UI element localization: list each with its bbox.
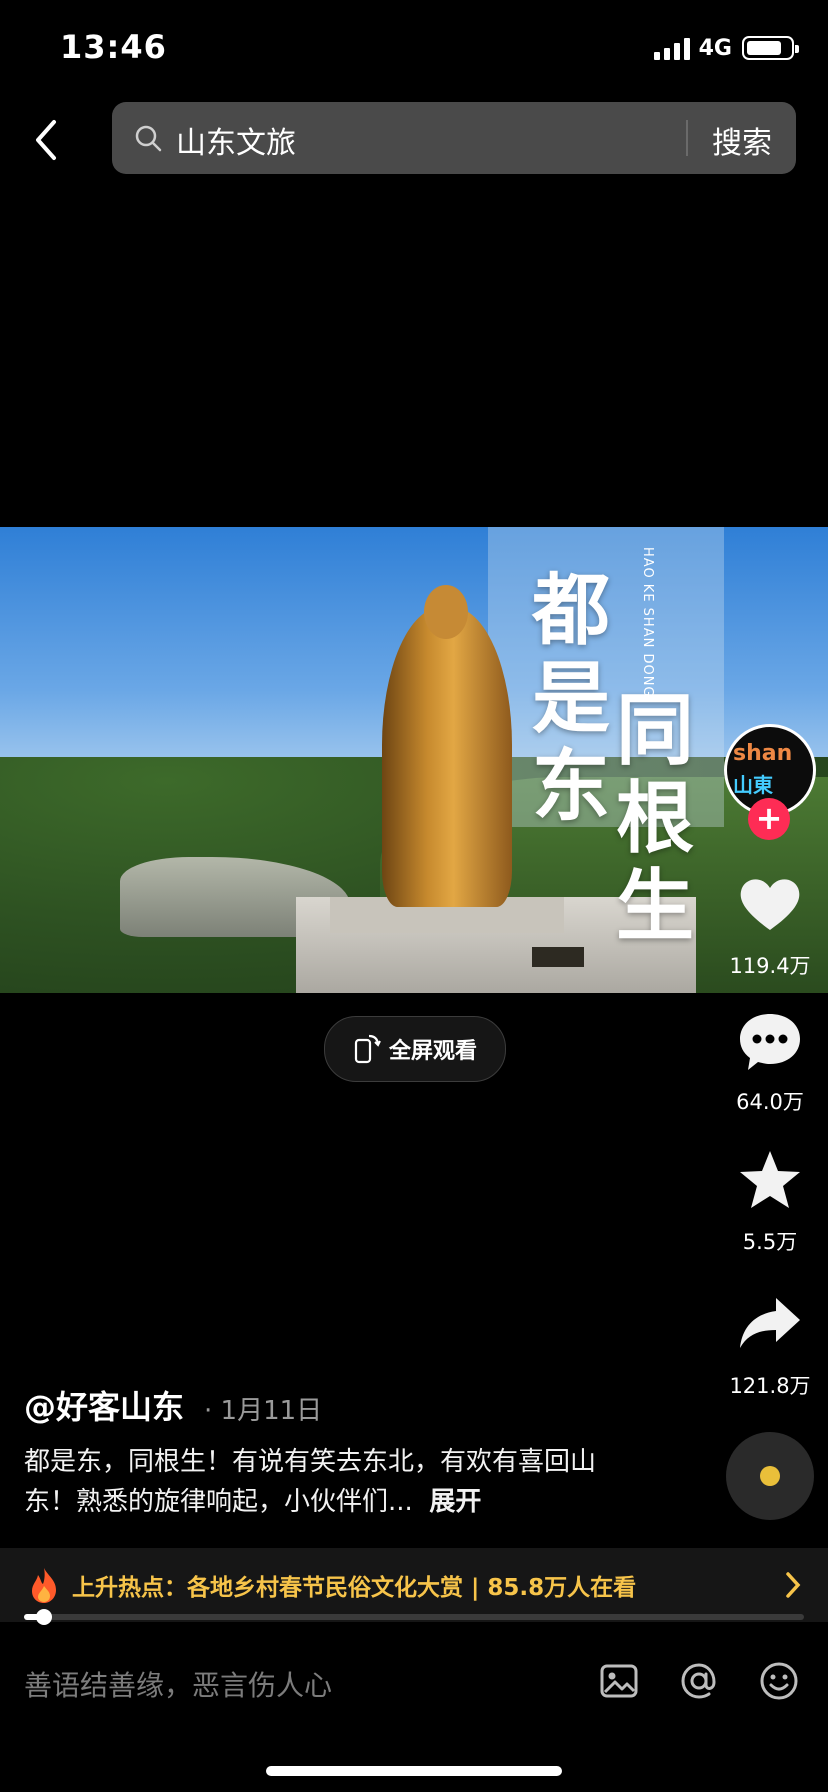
search-button[interactable]: 搜索 — [712, 118, 772, 162]
image-icon[interactable] — [598, 1660, 640, 1702]
hot-topic-bar[interactable]: 上升热点：各地乡村春节民俗文化大赏 | 85.8万人在看 — [0, 1548, 828, 1622]
author-name[interactable]: @好客山东 — [24, 1382, 184, 1428]
battery-icon — [742, 36, 799, 60]
search-icon — [135, 125, 162, 152]
share-icon[interactable] — [736, 1292, 804, 1356]
at-icon[interactable] — [678, 1660, 720, 1702]
progress-knob[interactable] — [35, 1609, 52, 1625]
avatar-text-cn: 山東 — [733, 773, 773, 797]
hot-topic-text: 上升热点：各地乡村春节民俗文化大赏 | 85.8万人在看 — [72, 1575, 637, 1601]
expand-button[interactable]: 展开 — [429, 1487, 481, 1517]
fullscreen-label: 全屏观看 — [388, 1039, 477, 1064]
home-indicator[interactable] — [266, 1766, 562, 1776]
search-bar[interactable]: 山东文旅 搜索 — [112, 102, 796, 174]
music-disc[interactable] — [726, 1432, 814, 1520]
rotate-phone-icon — [354, 1034, 381, 1064]
comment-icon[interactable] — [736, 1010, 804, 1074]
cellular-signal-icon — [654, 36, 690, 60]
fullscreen-button[interactable]: 全屏观看 — [324, 1016, 506, 1082]
emoji-icon[interactable] — [758, 1660, 800, 1702]
status-time: 13:46 — [60, 28, 167, 66]
statue — [382, 607, 512, 907]
comment-input[interactable]: 善语结善缘，恶言伤人心 — [24, 1664, 332, 1704]
search-input[interactable]: 山东文旅 — [176, 118, 296, 162]
video-plaque — [532, 947, 584, 967]
flame-icon — [32, 1568, 56, 1603]
post-description: 都是东，同根生！有说有笑去东北，有欢有喜回山东！熟悉的旋律响起，小伙伴们... … — [24, 1442, 644, 1522]
video-title-right: 同根生 — [615, 686, 694, 952]
follow-button[interactable]: + — [748, 798, 790, 840]
video-player[interactable]: 都是东 同根生 HAO KE SHAN DONG — [0, 527, 828, 993]
like-count: 119.4万 — [729, 954, 811, 978]
post-description-text: 都是东，同根生！有说有笑去东北，有欢有喜回山东！熟悉的旋律响起，小伙伴们... — [24, 1447, 597, 1517]
heart-icon[interactable] — [736, 872, 804, 936]
share-count: 121.8万 — [729, 1374, 811, 1398]
avatar-text-en: shan — [733, 741, 793, 766]
video-progress-bar[interactable] — [24, 1609, 804, 1625]
video-title-left: 都是东 — [531, 566, 610, 832]
video-subtitle: HAO KE SHAN DONG — [640, 547, 655, 698]
comment-count: 64.0万 — [736, 1090, 804, 1114]
favorite-count: 5.5万 — [742, 1230, 798, 1254]
chevron-right-icon — [786, 1572, 801, 1598]
star-icon[interactable] — [736, 1148, 804, 1212]
search-divider — [686, 120, 688, 156]
network-type: 4G — [698, 36, 732, 61]
statue-head — [424, 585, 468, 639]
back-arrow-icon[interactable] — [28, 110, 68, 170]
post-date: · 1月11日 — [204, 1396, 323, 1426]
